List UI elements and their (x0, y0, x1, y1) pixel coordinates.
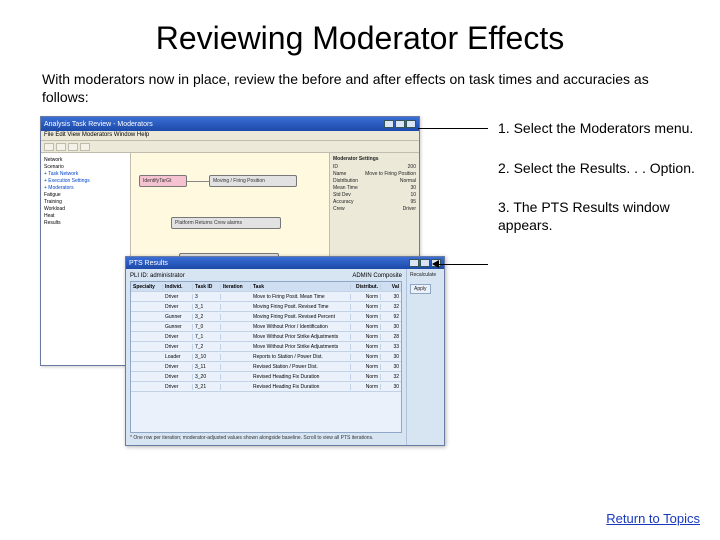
panel-heading: Moderator Settings (333, 156, 416, 162)
close-icon[interactable] (406, 120, 416, 128)
property-row: ID200 (333, 164, 416, 170)
tree-item[interactable]: Results (44, 220, 127, 226)
minimize-icon[interactable] (384, 120, 394, 128)
table-row[interactable]: Driver7_1Move Without Prior Strike Adjus… (131, 332, 401, 342)
callout-line (418, 128, 488, 129)
tree-item[interactable]: Heat (44, 213, 127, 219)
block-platform[interactable]: Platform Returns Crew alarms (171, 217, 281, 229)
tree-item[interactable]: + Execution Settings (44, 178, 127, 184)
meta-label: PLI ID: administrator (130, 273, 185, 279)
meta-right: ADMIN Composite (352, 273, 402, 279)
property-row: Accuracy95 (333, 199, 416, 205)
return-to-topics-link[interactable]: Return to Topics (606, 511, 700, 526)
property-row: NameMove to Firing Position (333, 171, 416, 177)
minimize-icon[interactable] (409, 259, 419, 267)
side-label: Recalculate (410, 272, 441, 278)
intro-text: With moderators now in place, review the… (0, 71, 720, 116)
step-3: 3. The PTS Results window appears. (498, 199, 698, 234)
tree-item[interactable]: + Moderators (44, 185, 127, 191)
tool-icon[interactable] (80, 143, 90, 151)
tree-panel[interactable]: NetworkScenario + Task Network + Executi… (41, 153, 131, 365)
connector (187, 181, 209, 182)
results-grid[interactable]: SpecialtyIndivid.Task IDIterationTaskDis… (130, 281, 402, 433)
property-row: DistributionNormal (333, 178, 416, 184)
results-side-panel: Recalculate Apply (406, 269, 444, 445)
maximize-icon[interactable] (395, 120, 405, 128)
property-row: CrewDriver (333, 206, 416, 212)
tree-item[interactable]: Training (44, 199, 127, 205)
table-row[interactable]: Gunner7_0Move Without Prior / Identifica… (131, 322, 401, 332)
tree-item[interactable]: Network (44, 157, 127, 163)
step-2: 2. Select the Results. . . Option. (498, 160, 698, 178)
table-row[interactable]: Driver3_11Revised Station / Power Dist.N… (131, 362, 401, 372)
tree-item[interactable]: + Task Network (44, 171, 127, 177)
app-window-pts-results: PTS Results PLI ID: administrator ADMIN … (125, 256, 445, 446)
tool-icon[interactable] (44, 143, 54, 151)
window-title: PTS Results (129, 260, 168, 267)
table-row[interactable]: Loader3_10Reports to Station / Power Dis… (131, 352, 401, 362)
titlebar: PTS Results (126, 257, 444, 269)
tree-item[interactable]: Scenario (44, 164, 127, 170)
table-row[interactable]: Driver7_2Move Without Prior Strike Adjus… (131, 342, 401, 352)
table-row[interactable]: Driver3Move to Firing Posit. Mean TimeNo… (131, 292, 401, 302)
block-identify[interactable]: IdentifyTarGt (139, 175, 187, 187)
property-row: Std Dev10 (333, 192, 416, 198)
callout-line (438, 264, 488, 265)
table-header: SpecialtyIndivid.Task IDIterationTaskDis… (131, 282, 401, 292)
tool-icon[interactable] (56, 143, 66, 151)
step-1: 1. Select the Moderators menu. (498, 120, 698, 138)
toolbar (41, 141, 419, 153)
property-row: Mean Time30 (333, 185, 416, 191)
table-row[interactable]: Driver3_20Revised Heading Fix DurationNo… (131, 372, 401, 382)
steps-list: 1. Select the Moderators menu. 2. Select… (498, 120, 698, 256)
content-area: Analysis Task Review - Moderators File E… (0, 116, 720, 476)
grid-footnote: * One row per iteration; moderator-adjus… (130, 435, 402, 441)
table-row[interactable]: Driver3_1Moving Firing Posit. Revised Ti… (131, 302, 401, 312)
tool-icon[interactable] (68, 143, 78, 151)
apply-button[interactable]: Apply (410, 284, 431, 294)
page-title: Reviewing Moderator Effects (0, 0, 720, 71)
table-row[interactable]: Gunner3_2Moving Firing Posit. Revised Pe… (131, 312, 401, 322)
maximize-icon[interactable] (420, 259, 430, 267)
menubar[interactable]: File Edit View Moderators Window Help (41, 131, 419, 141)
arrow-icon (432, 260, 439, 268)
block-moving[interactable]: Moving / Firing Position (209, 175, 297, 187)
window-title: Analysis Task Review - Moderators (44, 121, 153, 128)
titlebar: Analysis Task Review - Moderators (41, 117, 419, 131)
tree-item[interactable]: Workload (44, 206, 127, 212)
table-row[interactable]: Driver3_21Revised Heading Fix DurationNo… (131, 382, 401, 392)
tree-item[interactable]: Fatigue (44, 192, 127, 198)
